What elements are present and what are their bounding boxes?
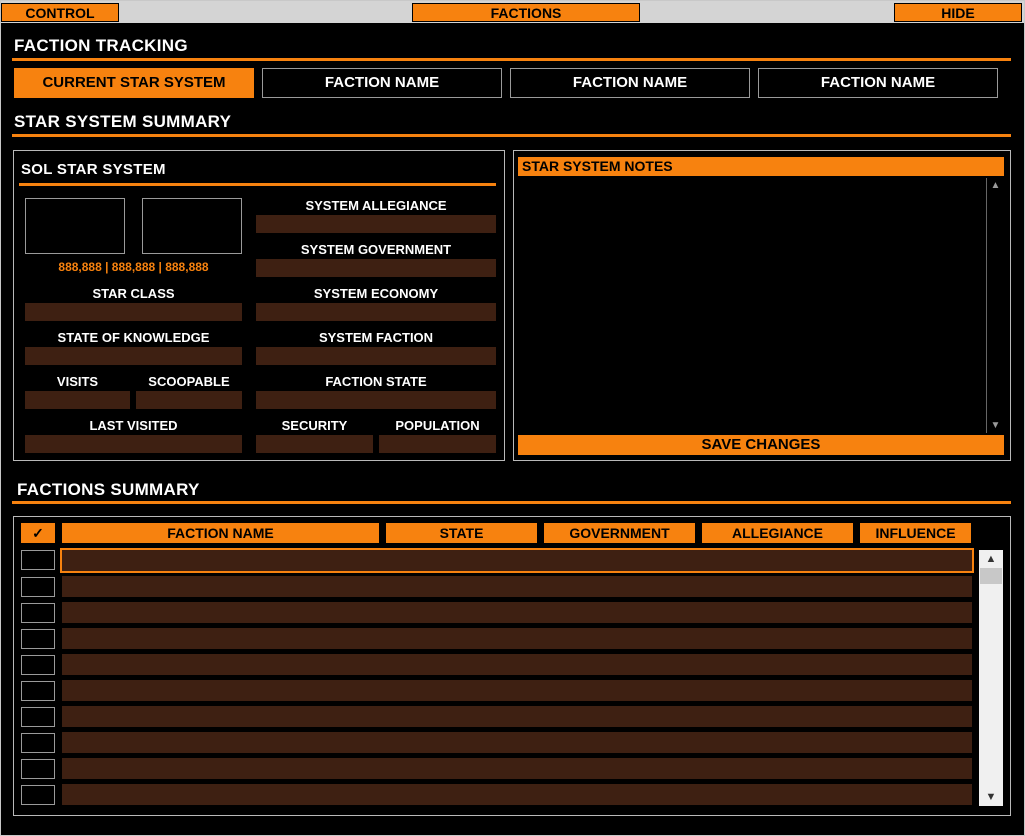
current-star-system-button[interactable]: CURRENT STAR SYSTEM: [14, 68, 254, 98]
column-faction-name[interactable]: FACTION NAME: [62, 523, 379, 543]
chevron-up-icon[interactable]: ▲: [987, 180, 1004, 191]
table-row[interactable]: [62, 654, 972, 675]
population-field: [379, 435, 496, 453]
scoopable-label: SCOOPABLE: [148, 374, 230, 389]
chevron-down-icon[interactable]: ▼: [987, 420, 1004, 431]
faction-name-button-1[interactable]: FACTION NAME: [262, 68, 502, 98]
state-of-knowledge-field: [25, 347, 242, 365]
row-checkbox[interactable]: [21, 629, 55, 649]
table-row[interactable]: [62, 576, 972, 597]
row-checkbox[interactable]: [21, 707, 55, 727]
table-row[interactable]: [62, 680, 972, 701]
divider: [19, 183, 496, 186]
last-visited-label: LAST VISITED: [89, 418, 178, 433]
factions-summary-title: FACTIONS SUMMARY: [17, 480, 200, 499]
system-government-field: [256, 259, 496, 277]
table-row[interactable]: [62, 784, 972, 805]
population-label: POPULATION: [395, 418, 480, 433]
column-allegiance[interactable]: ALLEGIANCE: [702, 523, 853, 543]
divider: [12, 501, 1011, 504]
notes-scrollbar[interactable]: ▲ ▼: [986, 178, 1004, 433]
system-faction-field: [256, 347, 496, 365]
divider: [12, 58, 1011, 61]
faction-state-label: FACTION STATE: [325, 374, 427, 389]
notes-textarea[interactable]: [518, 178, 986, 433]
row-checkbox[interactable]: [21, 655, 55, 675]
faction-tracking-title: FACTION TRACKING: [14, 36, 188, 55]
system-name: SOL STAR SYSTEM: [21, 161, 166, 178]
system-allegiance-label: SYSTEM ALLEGIANCE: [305, 198, 447, 213]
star-class-label: STAR CLASS: [92, 286, 175, 301]
security-field: [256, 435, 373, 453]
scrollbar-thumb[interactable]: [980, 568, 1002, 584]
star-class-field: [25, 303, 242, 321]
table-row[interactable]: [62, 758, 972, 779]
table-row[interactable]: [62, 628, 972, 649]
chevron-up-icon[interactable]: ▲: [979, 553, 1003, 565]
hide-button[interactable]: HIDE: [894, 3, 1022, 22]
row-checkbox[interactable]: [21, 733, 55, 753]
notes-header: STAR SYSTEM NOTES: [518, 157, 1004, 176]
faction-name-button-2[interactable]: FACTION NAME: [510, 68, 750, 98]
last-visited-field: [25, 435, 242, 453]
star-image-2: [142, 198, 242, 254]
system-government-label: SYSTEM GOVERNMENT: [300, 242, 452, 257]
row-checkbox[interactable]: [21, 681, 55, 701]
row-checkbox[interactable]: [21, 785, 55, 805]
tab-control[interactable]: CONTROL: [1, 3, 119, 22]
row-checkbox[interactable]: [21, 759, 55, 779]
row-checkbox[interactable]: [21, 603, 55, 623]
table-row[interactable]: [62, 732, 972, 753]
system-economy-label: SYSTEM ECONOMY: [313, 286, 439, 301]
tab-factions[interactable]: FACTIONS: [412, 3, 640, 22]
star-system-summary-title: STAR SYSTEM SUMMARY: [14, 112, 232, 131]
save-changes-button[interactable]: SAVE CHANGES: [518, 435, 1004, 455]
table-row[interactable]: [62, 706, 972, 727]
table-scrollbar[interactable]: ▲ ▼: [979, 550, 1003, 806]
system-allegiance-field: [256, 215, 496, 233]
faction-state-field: [256, 391, 496, 409]
visits-field: [25, 391, 130, 409]
system-faction-label: SYSTEM FACTION: [318, 330, 434, 345]
table-row[interactable]: [60, 548, 974, 573]
star-image-1: [25, 198, 125, 254]
faction-name-button-3[interactable]: FACTION NAME: [758, 68, 998, 98]
coordinates: 888,888 | 888,888 | 888,888: [58, 260, 209, 274]
column-influence[interactable]: INFLUENCE: [860, 523, 971, 543]
visits-label: VISITS: [56, 374, 99, 389]
column-state[interactable]: STATE: [386, 523, 537, 543]
security-label: SECURITY: [281, 418, 348, 433]
row-checkbox[interactable]: [21, 577, 55, 597]
row-checkbox[interactable]: [21, 550, 55, 570]
state-of-knowledge-label: STATE OF KNOWLEDGE: [57, 330, 210, 345]
chevron-down-icon[interactable]: ▼: [979, 791, 1003, 803]
table-row[interactable]: [62, 602, 972, 623]
divider: [12, 134, 1011, 137]
system-economy-field: [256, 303, 496, 321]
select-all-checkbox[interactable]: ✓: [21, 523, 55, 543]
scoopable-field: [136, 391, 242, 409]
column-government[interactable]: GOVERNMENT: [544, 523, 695, 543]
